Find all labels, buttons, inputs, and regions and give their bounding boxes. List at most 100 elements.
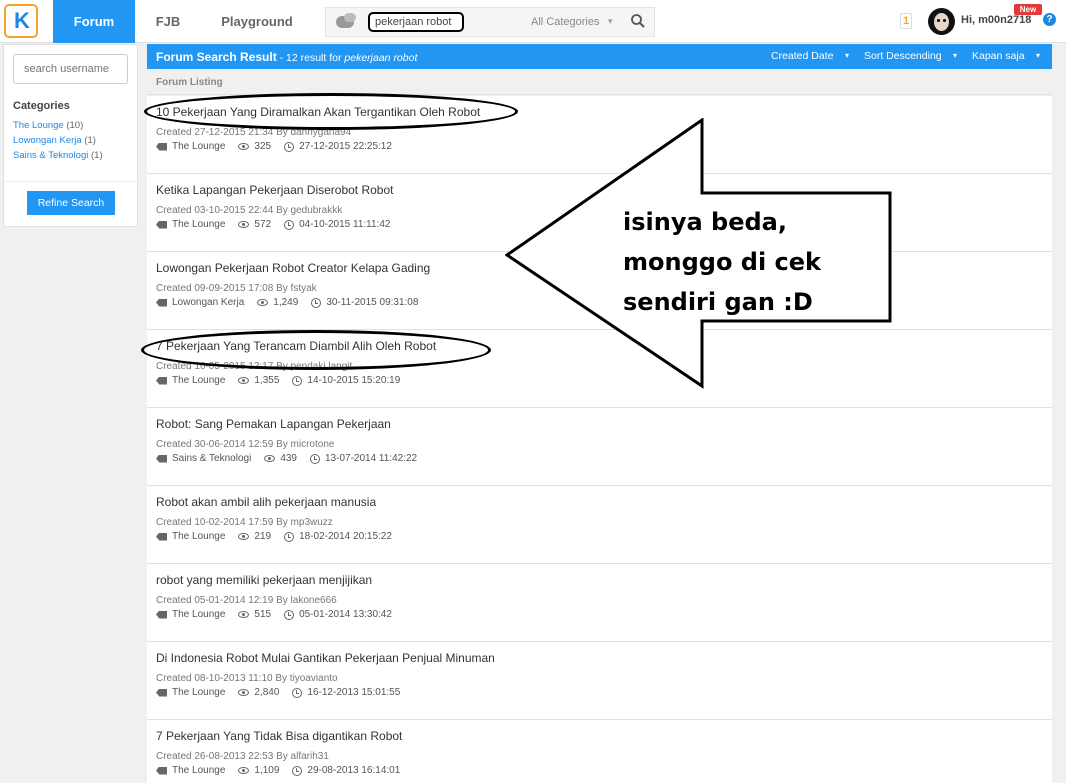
result-count-text: - 12 result for — [276, 52, 345, 64]
search-icon[interactable] — [630, 13, 646, 29]
eye-icon — [238, 767, 250, 774]
thread-row: robot yang memiliki pekerjaan menjijikan… — [147, 564, 1052, 642]
thread-views: 1,249 — [273, 297, 299, 308]
refine-search-button[interactable]: Refine Search — [27, 191, 115, 215]
divider — [4, 181, 137, 182]
thread-views: 325 — [254, 141, 272, 152]
tab-fjb[interactable]: FJB — [140, 0, 196, 43]
thread-last-post: 16-12-2013 15:01:55 — [307, 687, 401, 698]
thread-views: 1,109 — [254, 765, 280, 776]
tag-icon — [156, 688, 167, 697]
eye-icon — [238, 143, 250, 150]
thread-category[interactable]: The Lounge — [172, 141, 225, 152]
eye-icon — [238, 689, 250, 696]
avatar[interactable] — [928, 8, 955, 35]
thread-views: 439 — [280, 453, 297, 464]
filter-time-range[interactable]: Kapan saja — [972, 50, 1025, 62]
thread-title-link[interactable]: 10 Pekerjaan Yang Diramalkan Akan Tergan… — [156, 105, 480, 119]
sidebar-category-lowongan-kerja[interactable]: Lowongan Kerja (1) — [13, 135, 96, 146]
thread-category[interactable]: The Lounge — [172, 531, 225, 542]
thread-author[interactable]: pendaki langit — [291, 361, 353, 372]
listing-label-text: Forum Listing — [156, 77, 223, 88]
eye-icon — [257, 299, 269, 306]
filter-created-date[interactable]: Created Date — [771, 50, 833, 62]
thread-author[interactable]: mp3wuzz — [291, 517, 333, 528]
thread-created: Created 09-09-2015 17:08 By — [156, 283, 291, 294]
thread-created: Created 27-12-2015 21:34 By — [156, 127, 291, 138]
forum-listing-label: Forum Listing — [147, 69, 1052, 95]
thread-category[interactable]: Sains & Teknologi — [172, 453, 251, 464]
thread-author[interactable]: microtone — [291, 439, 335, 450]
thread-stats: The Lounge 219 18-02-2014 20:15:22 — [156, 531, 392, 542]
thread-meta: Created 27-12-2015 21:34 By dannygana94 — [156, 127, 351, 138]
thread-stats: The Lounge 1,355 14-10-2015 15:20:19 — [156, 375, 400, 386]
eye-icon — [238, 611, 250, 618]
thread-created: Created 30-06-2014 12:59 By — [156, 439, 291, 450]
eye-icon — [238, 377, 250, 384]
thread-author[interactable]: tiyoavianto — [290, 673, 338, 684]
thread-row: 7 Pekerjaan Yang Tidak Bisa digantikan R… — [147, 720, 1052, 783]
user-greeting[interactable]: Hi, m00n2718 — [961, 14, 1031, 26]
thread-meta: Created 09-09-2015 17:08 By fstyak — [156, 283, 317, 294]
thread-created: Created 08-10-2013 11:10 By — [156, 673, 290, 684]
thread-author[interactable]: dannygana94 — [291, 127, 352, 138]
sidebar-category-sains-teknologi[interactable]: Sains & Teknologi (1) — [13, 150, 103, 161]
tag-icon — [156, 220, 167, 229]
thread-category[interactable]: The Lounge — [172, 609, 225, 620]
thread-title-link[interactable]: Robot akan ambil alih pekerjaan manusia — [156, 495, 376, 509]
category-count: (10) — [66, 120, 84, 131]
thread-title-link[interactable]: Ketika Lapangan Pekerjaan Diserobot Robo… — [156, 183, 394, 197]
clock-icon — [292, 765, 303, 776]
thread-author[interactable]: alfarih31 — [291, 751, 329, 762]
logo-text: K — [14, 8, 30, 33]
category-select[interactable]: All Categories — [531, 16, 599, 28]
clock-icon — [284, 531, 295, 542]
clock-icon — [284, 141, 295, 152]
thread-title-link[interactable]: 7 Pekerjaan Yang Tidak Bisa digantikan R… — [156, 729, 402, 743]
thread-category[interactable]: Lowongan Kerja — [172, 297, 244, 308]
thread-author[interactable]: fstyak — [291, 283, 317, 294]
result-title: Forum Search Result - 12 result for peke… — [156, 50, 417, 64]
thread-last-post: 30-11-2015 09:31:08 — [326, 297, 419, 308]
thread-meta: Created 03-10-2015 22:44 By gedubrakkk — [156, 205, 342, 216]
filter-sort-order[interactable]: Sort Descending — [864, 50, 942, 62]
thread-title-link[interactable]: Robot: Sang Pemakan Lapangan Pekerjaan — [156, 417, 391, 431]
thread-views: 572 — [254, 219, 272, 230]
kaskus-logo[interactable]: K — [4, 4, 38, 38]
tab-playground[interactable]: Playground — [212, 0, 302, 43]
thread-views: 219 — [254, 531, 272, 542]
thread-title-link[interactable]: robot yang memiliki pekerjaan menjijikan — [156, 573, 372, 587]
search-username-input[interactable] — [13, 54, 128, 84]
tab-forum[interactable]: Forum — [53, 0, 135, 43]
thread-last-post: 14-10-2015 15:20:19 — [307, 375, 401, 386]
chevron-down-icon: ▾ — [845, 51, 850, 60]
clock-icon — [310, 453, 320, 464]
thread-stats: The Lounge 2,840 16-12-2013 15:01:55 — [156, 687, 400, 698]
thread-title-link[interactable]: Di Indonesia Robot Mulai Gantikan Pekerj… — [156, 651, 495, 665]
thread-last-post: 18-02-2014 20:15:22 — [299, 531, 392, 542]
notification-badge[interactable]: 1 — [900, 13, 912, 29]
thread-author[interactable]: gedubrakkk — [291, 205, 343, 216]
thread-category[interactable]: The Lounge — [172, 765, 225, 776]
thread-created: Created 05-01-2014 12:19 By — [156, 595, 291, 606]
thread-title-link[interactable]: Lowongan Pekerjaan Robot Creator Kelapa … — [156, 261, 430, 275]
tag-icon — [156, 454, 167, 463]
thread-last-post: 05-01-2014 13:30:42 — [299, 609, 392, 620]
thread-category[interactable]: The Lounge — [172, 375, 225, 386]
thread-author[interactable]: lakone666 — [291, 595, 337, 606]
thread-meta: Created 30-06-2014 12:59 By microtone — [156, 439, 334, 450]
category-count: (1) — [84, 135, 96, 146]
thread-category[interactable]: The Lounge — [172, 687, 225, 698]
thread-category[interactable]: The Lounge — [172, 219, 225, 230]
chevron-down-icon: ▾ — [953, 51, 958, 60]
thread-title-link[interactable]: 7 Pekerjaan Yang Terancam Diambil Alih O… — [156, 339, 436, 353]
categories-title: Categories — [13, 100, 70, 112]
help-icon[interactable]: ? — [1043, 13, 1056, 26]
clock-icon — [284, 219, 295, 230]
eye-icon — [238, 533, 250, 540]
category-name: Lowongan Kerja — [13, 135, 82, 146]
clock-icon — [311, 297, 322, 308]
sidebar-category-the-lounge[interactable]: The Lounge (10) — [13, 120, 83, 131]
category-name: Sains & Teknologi — [13, 150, 89, 161]
search-input[interactable] — [368, 12, 464, 32]
